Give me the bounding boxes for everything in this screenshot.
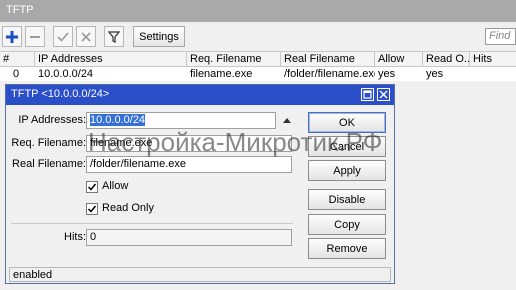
filter-button[interactable]: [104, 26, 124, 47]
cell-req-filename: filename.exe: [190, 68, 253, 80]
filter-icon: [108, 30, 120, 43]
disable-button[interactable]: [76, 26, 96, 47]
checkmark-icon: [87, 183, 97, 191]
window-title: TFTP: [0, 0, 516, 22]
plus-icon: [6, 30, 18, 43]
copy-button[interactable]: Copy: [308, 214, 386, 235]
tftp-edit-dialog: TFTP <10.0.0.0/24> IP Addresses: 10.0.0.…: [5, 84, 395, 284]
chevron-up-icon[interactable]: [282, 116, 292, 124]
ok-button[interactable]: OK: [308, 112, 386, 133]
find-input[interactable]: Find: [485, 28, 516, 45]
cell-hits: [470, 67, 516, 81]
column-header-req-filename[interactable]: Req. Filename: [187, 52, 281, 67]
disable-entry-button[interactable]: Disable: [308, 189, 386, 210]
toolbar: Settings: [0, 22, 516, 51]
table-row[interactable]: 0 10.0.0.0/24 filename.exe /folder/filen…: [0, 67, 516, 81]
cross-icon: [81, 31, 91, 42]
column-header-allow[interactable]: Allow: [375, 52, 423, 67]
ip-addresses-value: 10.0.0.0/24: [90, 114, 146, 126]
ip-addresses-label: IP Addresses:: [18, 114, 86, 126]
req-filename-label: Req. Filename:: [11, 137, 86, 149]
maximize-button[interactable]: [361, 88, 374, 101]
cell-real-filename: /folder/filename.exe: [284, 68, 375, 80]
cell-allow: yes: [378, 68, 396, 80]
apply-button[interactable]: Apply: [308, 160, 386, 181]
read-only-label: Read Only: [102, 202, 154, 214]
status-bar: enabled: [9, 267, 391, 282]
real-filename-label: Real Filename:: [12, 158, 86, 170]
remove-entry-button[interactable]: Remove: [308, 238, 386, 259]
req-filename-input[interactable]: filename.exe: [86, 135, 292, 152]
checkmark-icon: [57, 31, 69, 42]
checkmark-icon: [87, 205, 97, 213]
settings-button[interactable]: Settings: [133, 26, 185, 47]
hits-label: Hits:: [64, 231, 86, 243]
close-icon: [379, 90, 388, 99]
cell-ip-addresses: 10.0.0.0/24: [38, 68, 94, 80]
table-header: # IP Addresses Req. Filename Real Filena…: [0, 51, 516, 67]
minus-icon: [30, 35, 40, 38]
cancel-button[interactable]: Cancel: [308, 136, 386, 157]
column-header-ip-addresses[interactable]: IP Addresses: [35, 52, 187, 67]
real-filename-input[interactable]: /folder/filename.exe: [86, 156, 292, 173]
cell-read-only: yes: [426, 68, 444, 80]
column-header-real-filename[interactable]: Real Filename: [281, 52, 375, 67]
hits-value: 0: [86, 229, 292, 246]
dialog-title[interactable]: TFTP <10.0.0.0/24>: [6, 85, 394, 105]
remove-button[interactable]: [25, 26, 45, 47]
column-header-hits[interactable]: Hits: [470, 52, 516, 67]
maximize-icon: [363, 90, 372, 99]
close-button[interactable]: [377, 88, 390, 101]
read-only-checkbox[interactable]: [86, 203, 98, 215]
add-button[interactable]: [2, 26, 22, 47]
column-header-read-only[interactable]: Read O...: [423, 52, 470, 67]
allow-label: Allow: [102, 180, 129, 192]
enable-button[interactable]: [53, 26, 73, 47]
column-header-number[interactable]: #: [0, 52, 35, 67]
ip-addresses-input[interactable]: 10.0.0.0/24: [86, 112, 276, 129]
cell-number: 0: [13, 68, 20, 80]
allow-checkbox[interactable]: [86, 181, 98, 193]
separator: [11, 223, 293, 224]
